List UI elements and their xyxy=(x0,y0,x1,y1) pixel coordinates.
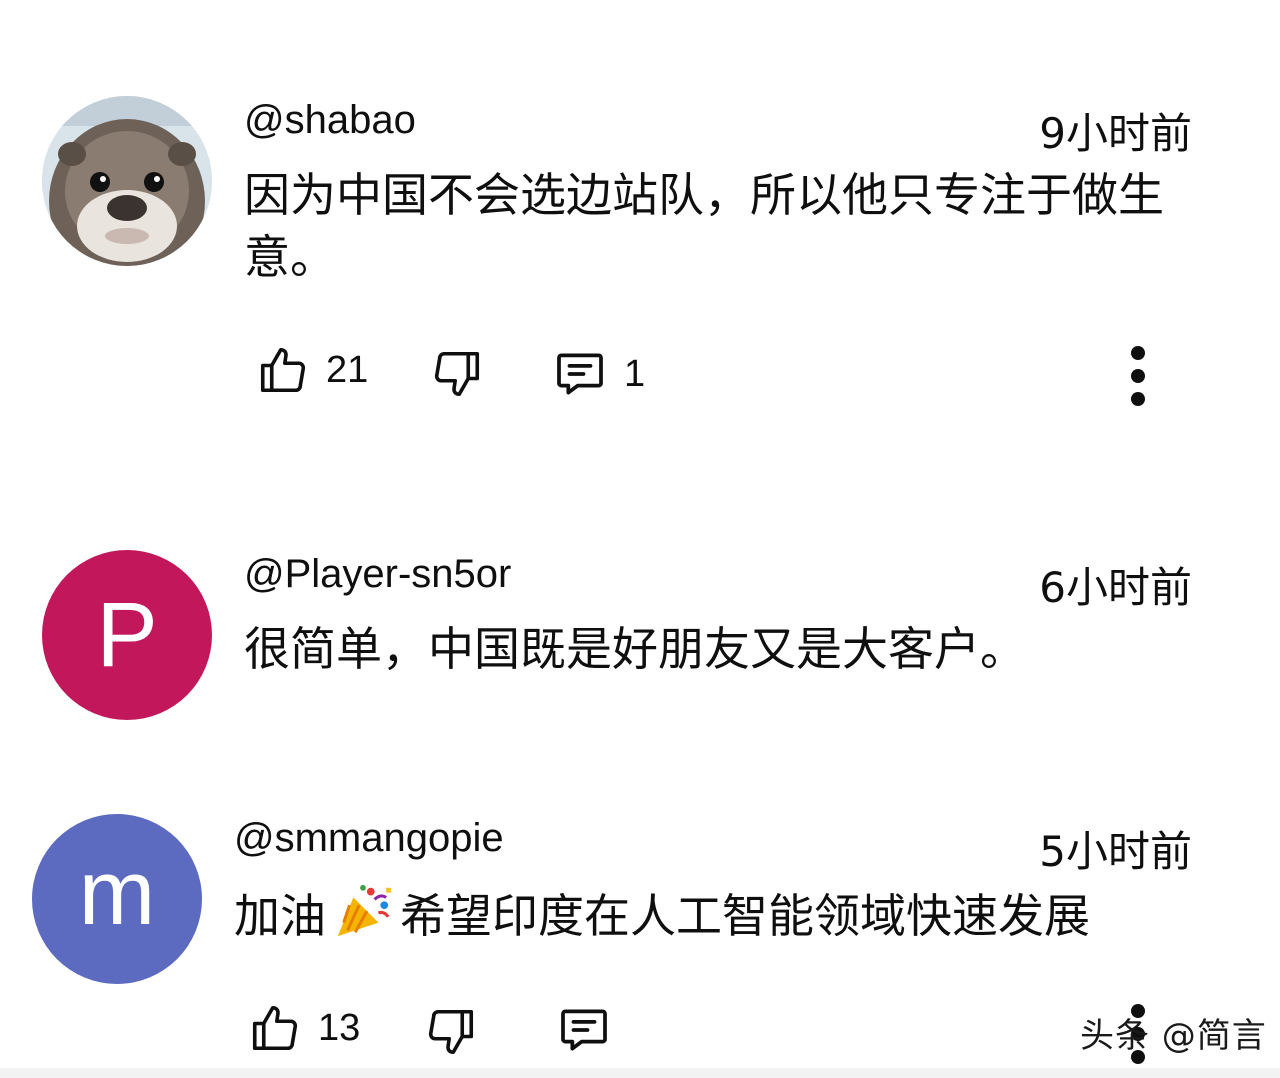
avatar[interactable]: P xyxy=(42,550,212,720)
avatar[interactable]: m xyxy=(32,814,202,984)
thumbs-up-icon xyxy=(252,1005,298,1051)
dislike-button[interactable] xyxy=(430,344,484,404)
comment-icon xyxy=(561,1009,607,1051)
otter-avatar-image xyxy=(42,96,212,266)
reply-count: 1 xyxy=(624,352,646,395)
comment-text: 加油 希望印度在人工智能领域快速发展 xyxy=(234,882,1234,947)
comment-actions: 21 1 xyxy=(0,340,1280,410)
thumbs-down-icon xyxy=(428,1009,474,1055)
timestamp: 6小时前 xyxy=(1039,563,1192,612)
party-popper-icon xyxy=(337,884,392,937)
dislike-button[interactable] xyxy=(424,1002,478,1062)
comment-text-start: 加油 xyxy=(234,889,326,943)
timestamp: 9小时前 xyxy=(1039,109,1192,158)
thumbs-down-icon xyxy=(434,351,480,397)
comment-text: 因为中国不会选边站队，所以他只专注于做生意。 xyxy=(244,168,1164,284)
like-button[interactable]: 13 xyxy=(248,998,360,1058)
comment-icon xyxy=(557,353,603,395)
more-vertical-icon[interactable] xyxy=(1128,346,1148,406)
timestamp: 5小时前 xyxy=(1039,827,1192,876)
thumbs-up-icon xyxy=(260,347,306,393)
avatar[interactable] xyxy=(42,96,212,266)
like-count: 21 xyxy=(326,348,369,391)
reply-button[interactable]: 1 xyxy=(552,346,645,402)
username[interactable]: @Player-sn5or xyxy=(244,552,511,597)
watermark: 头条 @简言 xyxy=(1080,1016,1267,1056)
reply-button[interactable] xyxy=(556,1002,612,1058)
avatar-letter: P xyxy=(96,584,158,686)
comment-text-end: 希望印度在人工智能领域快速发展 xyxy=(400,889,1090,943)
username[interactable]: @shabao xyxy=(244,98,416,143)
bottom-divider xyxy=(0,1068,1280,1078)
like-count: 13 xyxy=(318,1006,361,1049)
like-button[interactable]: 21 xyxy=(256,340,368,400)
comment-text: 很简单，中国既是好朋友又是大客户。 xyxy=(244,622,1026,676)
avatar-letter: m xyxy=(78,842,156,944)
username[interactable]: @smmangopie xyxy=(234,816,504,861)
